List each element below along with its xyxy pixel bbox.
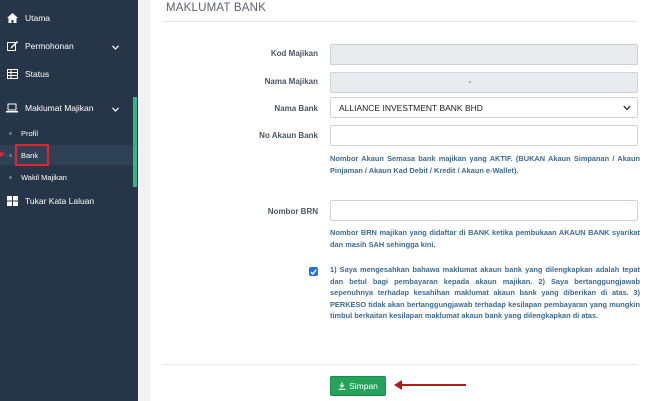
divider	[162, 21, 637, 22]
sidebar-subitem-label: Wakil Majikan	[21, 172, 67, 182]
sidebar-subitem-label: Profil	[21, 128, 39, 138]
download-icon	[338, 382, 346, 390]
home-icon	[6, 13, 18, 23]
nama-majikan-label: Nama Majikan	[264, 77, 318, 86]
bullet-icon	[9, 175, 12, 179]
checkmark-icon	[310, 268, 317, 275]
sidebar: Utama Permohonan Status Maklumat Majikan…	[0, 0, 138, 401]
active-section-indicator	[133, 97, 137, 187]
pointer-arrow-line	[400, 384, 466, 386]
page-title: MAKLUMAT BANK	[166, 2, 266, 14]
divider	[162, 364, 637, 365]
pointer-arrow-icon	[0, 151, 5, 157]
declaration-text: 1) Saya mengesahkan bahawa maklumat akau…	[330, 265, 640, 320]
windows-icon	[6, 196, 18, 206]
no-akaun-label: No Akaun Bank	[259, 131, 318, 140]
sidebar-item-label: Status	[25, 69, 50, 79]
table-icon	[6, 69, 18, 79]
sidebar-item-label: Maklumat Majikan	[25, 103, 94, 113]
nama-bank-select[interactable]: ALLIANCE INVESTMENT BANK BHD	[330, 97, 638, 118]
laptop-icon	[6, 103, 18, 113]
brn-input[interactable]	[330, 200, 638, 221]
declaration-checkbox[interactable]	[309, 267, 318, 276]
brn-label: Nombor BRN	[267, 207, 318, 216]
kod-majikan-field	[330, 44, 638, 65]
sidebar-item-maklumat-majikan[interactable]: Maklumat Majikan	[0, 95, 133, 121]
no-akaun-help-text: Nombor Akaun Semasa bank majikan yang AK…	[330, 154, 640, 175]
sidebar-item-tukar-kata-laluan[interactable]: Tukar Kata Laluan	[0, 188, 133, 214]
nama-bank-label: Nama Bank	[274, 104, 318, 113]
edit-icon	[6, 41, 18, 51]
highlight-box	[15, 144, 49, 166]
no-akaun-input[interactable]	[330, 125, 638, 146]
chevron-down-icon	[623, 103, 631, 113]
sidebar-subitem-profil[interactable]: Profil	[0, 123, 133, 143]
bullet-icon	[9, 131, 12, 135]
sidebar-subitem-wakil-majikan[interactable]: Wakil Majikan	[0, 167, 133, 187]
kod-majikan-label: Kod Majikan	[270, 49, 318, 58]
sidebar-item-permohonan[interactable]: Permohonan	[0, 33, 133, 59]
nama-majikan-field	[330, 72, 638, 93]
sidebar-item-status[interactable]: Status	[0, 61, 133, 87]
bullet-icon	[9, 153, 12, 157]
bank-info-panel: MAKLUMAT BANK Kod Majikan Nama Majikan N…	[150, 0, 650, 401]
sidebar-item-label: Permohonan	[25, 41, 74, 51]
save-button[interactable]: Simpan	[330, 376, 386, 396]
sidebar-item-label: Utama	[25, 13, 51, 23]
chevron-down-icon	[112, 104, 119, 114]
sidebar-item-utama[interactable]: Utama	[0, 5, 133, 31]
sidebar-item-label: Tukar Kata Laluan	[25, 196, 95, 206]
brn-help-text: Nombor BRN majikan yang didaftar di BANK…	[330, 228, 640, 249]
chevron-down-icon	[112, 42, 119, 52]
